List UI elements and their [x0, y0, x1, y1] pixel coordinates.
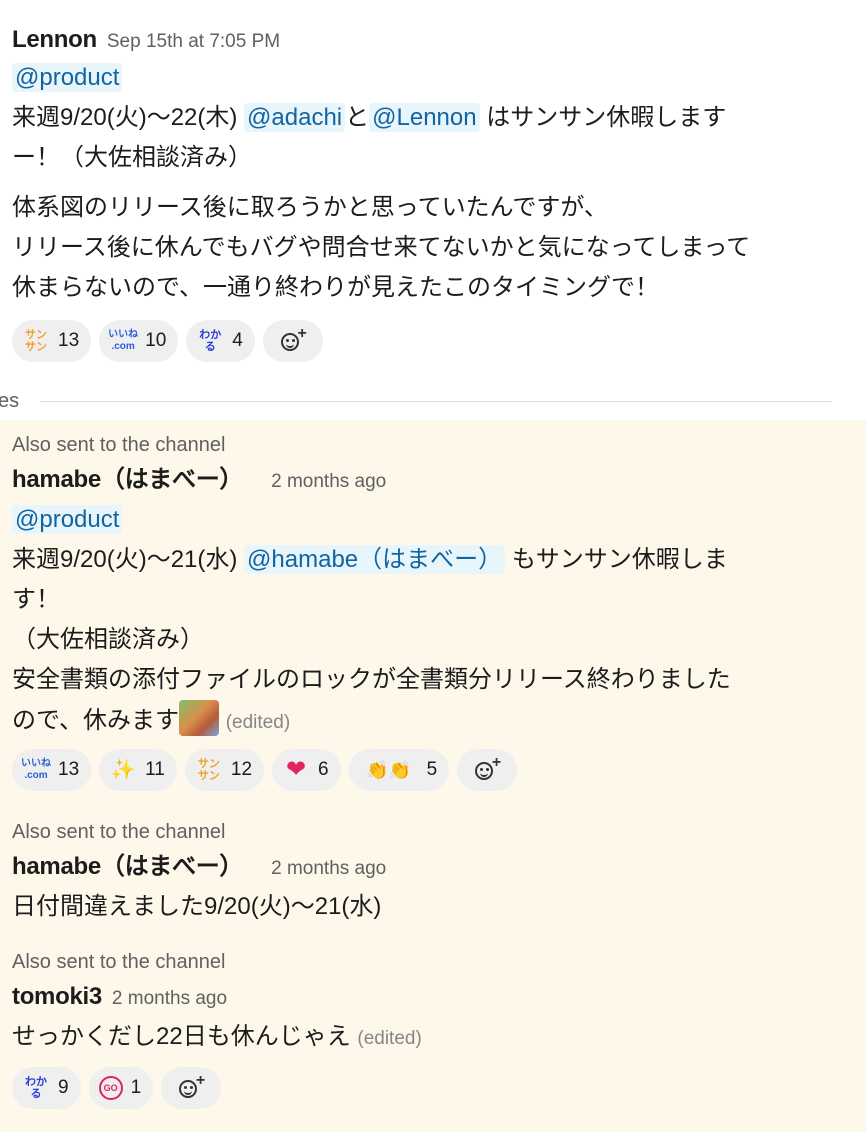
message-text: 来週9/20(火)〜22(木) [12, 104, 238, 131]
reaction-count: 9 [58, 1077, 69, 1098]
wakaru-icon: わか る [25, 1076, 47, 1100]
author-name[interactable]: hamabe（はまべー） [12, 853, 243, 880]
reaction-wakaru[interactable]: わか る 4 [186, 320, 255, 362]
reaction-count: 10 [145, 330, 167, 351]
message-text: 来週9/20(火)〜21(水) [12, 546, 238, 573]
reaction-count: 5 [426, 759, 438, 780]
also-sent-label: Also sent to the channel [12, 951, 226, 973]
author-name[interactable]: hamabe（はまべー） [12, 466, 243, 493]
timestamp[interactable]: Sep 15th at 7:05 PM [107, 31, 280, 52]
message-text: はサンサン休暇します [486, 104, 727, 131]
reaction-count: 13 [58, 759, 80, 780]
message-tomoki3: Also sent to the channel tomoki3 2 months… [12, 947, 846, 1059]
message-text: せっかくだし22日も休んじゃえ [12, 1023, 351, 1050]
reaction-count: 6 [318, 759, 329, 780]
message-text: す！ [12, 586, 60, 613]
reaction-count: 11 [145, 759, 165, 780]
reaction-bar: いいね .com 13 ✨ 11 サン サン 12 ❤ 6 👏👏 5 + [12, 749, 518, 791]
message-text: と [345, 104, 370, 131]
message-text: 体系図のリリース後に取ろうかと思っていたんですが、 [12, 194, 608, 221]
message-text: ー！（大佐相談済み） [12, 144, 252, 171]
reaction-bar: サン サン 13 いいね .com 10 わか る 4 + [12, 320, 323, 362]
mention-product[interactable]: @product [12, 63, 123, 92]
clap-icon: 👏👏 [366, 760, 411, 780]
message-text: （大佐相談済み） [12, 626, 204, 653]
message-text: もサンサン休暇しま [511, 546, 728, 573]
replies-divider: es [0, 390, 866, 414]
add-reaction-icon: + [475, 754, 501, 782]
divider-label: es [0, 390, 20, 412]
message-text: 休まらないので、一通り終わりが見えたこのタイミングで！ [12, 274, 660, 301]
author-name[interactable]: tomoki3 [12, 983, 102, 1010]
iine-com-icon: いいね .com [21, 758, 51, 781]
reaction-count: 4 [232, 330, 243, 351]
message-text: 日付間違えました9/20(火)〜21(水) [12, 893, 382, 920]
reaction-sparkles[interactable]: ✨ 11 [99, 749, 177, 791]
message-lennon: Lennon Sep 15th at 7:05 PM @product 来週9/2… [12, 22, 846, 308]
message-text: リリース後に休んでもバグや問合せ来てないかと気になってしまって [12, 234, 751, 261]
reaction-iine-com[interactable]: いいね .com 10 [99, 320, 179, 362]
wakaru-icon: わか る [199, 329, 222, 353]
reaction-sansan[interactable]: サン サン 12 [184, 749, 265, 791]
add-reaction-icon: + [179, 1072, 205, 1100]
edited-label: (edited) [357, 1028, 422, 1049]
iine-com-icon: いいね .com [108, 329, 139, 352]
sparkles-icon: ✨ [110, 759, 136, 781]
message-hamabe-2: Also sent to the channel hamabe（はまべー） 2 m… [12, 817, 846, 927]
add-reaction-button[interactable]: + [457, 749, 518, 791]
author-name[interactable]: Lennon [12, 26, 97, 53]
reaction-wakaru[interactable]: わか る 9 [12, 1067, 81, 1109]
sansan-icon: サン サン [197, 758, 220, 782]
reaction-count: 12 [230, 759, 253, 780]
add-reaction-icon: + [280, 325, 307, 353]
reaction-count: 1 [130, 1077, 142, 1098]
edited-label: (edited) [225, 712, 291, 733]
mention-lennon[interactable]: @Lennon [369, 103, 480, 132]
add-reaction-button[interactable]: + [262, 320, 323, 362]
mention-adachi[interactable]: @adachi [244, 103, 346, 132]
reaction-go[interactable]: GO 1 [88, 1067, 154, 1109]
custom-emoji-image [179, 700, 220, 736]
also-sent-label: Also sent to the channel [12, 434, 226, 456]
reaction-iine-com[interactable]: いいね .com 13 [12, 749, 92, 791]
reaction-count: 13 [58, 330, 80, 351]
timestamp[interactable]: 2 months ago [271, 858, 386, 879]
reaction-heart[interactable]: ❤ 6 [272, 749, 341, 791]
mention-hamabe[interactable]: @hamabe（はまべー） [244, 545, 506, 574]
timestamp[interactable]: 2 months ago [271, 471, 386, 492]
reaction-sansan[interactable]: サン サン 13 [12, 320, 92, 362]
reaction-clap[interactable]: 👏👏 5 [348, 749, 450, 791]
also-sent-label: Also sent to the channel [12, 821, 226, 843]
go-icon: GO [98, 1076, 123, 1100]
message-hamabe-1: Also sent to the channel hamabe（はまべー） 2 m… [12, 430, 846, 743]
heart-icon: ❤ [285, 756, 307, 783]
add-reaction-button[interactable]: + [161, 1067, 222, 1109]
mention-product[interactable]: @product [12, 505, 123, 534]
timestamp[interactable]: 2 months ago [112, 988, 227, 1009]
reaction-bar: わか る 9 GO 1 + [12, 1067, 222, 1109]
sansan-icon: サン サン [25, 329, 47, 353]
message-text: ので、休みます [12, 707, 180, 734]
message-text: 安全書類の添付ファイルのロックが全書類分リリース終わりました [12, 666, 731, 693]
